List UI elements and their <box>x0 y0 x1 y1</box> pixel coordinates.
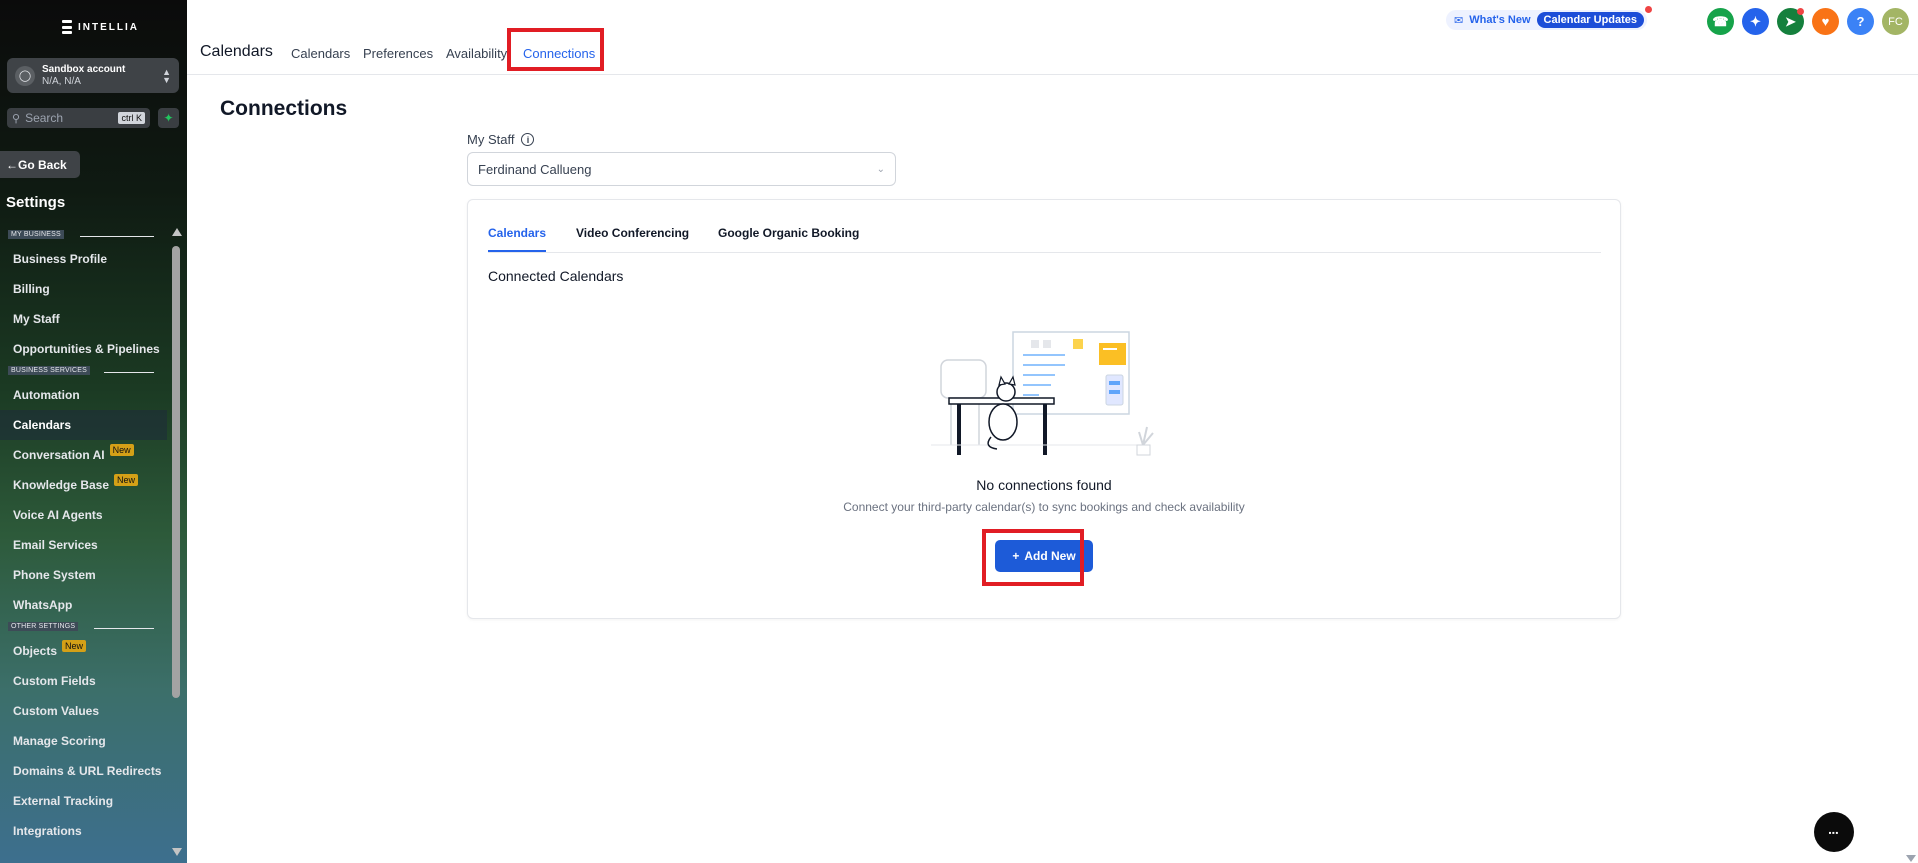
notification-dot <box>1645 6 1653 13</box>
sidebar-item-domains-url-redirects[interactable]: Domains & URL Redirects <box>0 756 167 786</box>
sidebar: INTELLIA ◯ Sandbox account N/A, N/A ▲ ▼ ⚲… <box>0 0 187 863</box>
sidebar-item-custom-values[interactable]: Custom Values <box>0 696 167 726</box>
connections-card: Calendars Video Conferencing Google Orga… <box>467 199 1621 619</box>
sidebar-item-conversation-ai[interactable]: Conversation AI New <box>0 440 167 470</box>
section-other-settings: OTHER SETTINGS <box>0 620 167 636</box>
megaphone-icon: ✉ <box>1454 14 1464 27</box>
bolt-icon: ✦ <box>163 111 174 125</box>
sidebar-item-my-staff[interactable]: My Staff <box>0 304 167 334</box>
notification-dot <box>1797 8 1804 15</box>
connected-calendars-title: Connected Calendars <box>488 268 624 284</box>
card-tabs: Calendars Video Conferencing Google Orga… <box>488 200 1601 253</box>
go-back-button[interactable]: ← Go Back <box>0 151 80 178</box>
phone-icon: ☎ <box>1712 13 1729 29</box>
account-icon: ◯ <box>15 65 35 86</box>
tab-card-calendars[interactable]: Calendars <box>488 226 547 252</box>
search-shortcut: ctrl K <box>118 112 145 124</box>
scroll-down-icon[interactable] <box>172 848 182 856</box>
calendar-updates-pill[interactable]: Calendar Updates <box>1536 12 1645 28</box>
sidebar-item-automation[interactable]: Automation <box>0 380 167 410</box>
sidebar-item-knowledge-base[interactable]: Knowledge Base New <box>0 470 167 500</box>
megaphone-icon: ➤ <box>1785 13 1796 29</box>
chat-widget-button[interactable]: ■■■ <box>1814 812 1854 852</box>
bell-icon: ♥ <box>1821 14 1830 29</box>
empty-state-illustration <box>931 331 1154 456</box>
whats-new-link[interactable]: What's New <box>1469 14 1530 26</box>
empty-state-subtitle: Connect your third-party calendar(s) to … <box>843 500 1245 514</box>
top-bar: Calendars Calendars Preferences Availabi… <box>187 0 1918 75</box>
announcements-button[interactable]: ➤ <box>1777 8 1804 35</box>
highlight-connections-tab <box>507 28 604 71</box>
staff-select-value: Ferdinand Callueng <box>478 161 592 177</box>
help-icon: ? <box>1856 14 1865 29</box>
chevron-down-icon: ⌄ <box>876 163 885 175</box>
sidebar-item-objects[interactable]: Objects New <box>0 636 167 666</box>
chat-brand-icon: ■■■ <box>1828 829 1840 835</box>
sidebar-item-opportunities-pipelines[interactable]: Opportunities & Pipelines <box>0 334 167 364</box>
scroll-up-icon[interactable] <box>172 228 182 236</box>
user-avatar[interactable]: FC <box>1882 8 1909 35</box>
new-badge: New <box>109 444 134 456</box>
new-badge: New <box>62 640 87 652</box>
tab-video-conferencing[interactable]: Video Conferencing <box>576 226 689 250</box>
page-title: Connections <box>220 97 348 120</box>
phone-button[interactable]: ☎ <box>1707 8 1734 35</box>
sidebar-item-voice-ai-agents[interactable]: Voice AI Agents <box>0 500 167 530</box>
arrow-left-icon: ← <box>6 157 18 172</box>
sidebar-item-business-profile[interactable]: Business Profile <box>0 244 167 274</box>
brand-name: INTELLIA <box>78 21 139 33</box>
sidebar-item-integrations[interactable]: Integrations <box>0 816 167 846</box>
new-badge: New <box>114 474 139 486</box>
search-icon: ⚲ <box>12 112 21 125</box>
tab-preferences[interactable]: Preferences <box>363 46 433 61</box>
section-my-business: MY BUSINESS <box>0 228 167 244</box>
staff-label: My Staff <box>467 132 515 147</box>
sidebar-item-calendars[interactable]: Calendars <box>0 410 167 440</box>
empty-state-title: No connections found <box>976 477 1112 493</box>
magic-button[interactable]: ✦ <box>1742 8 1769 35</box>
highlight-add-new <box>982 529 1084 586</box>
app-title: Calendars <box>200 43 273 60</box>
tab-calendars[interactable]: Calendars <box>291 46 350 61</box>
sidebar-item-whatsapp[interactable]: WhatsApp <box>0 590 167 620</box>
account-location: N/A, N/A <box>42 75 81 87</box>
account-switcher[interactable]: ◯ Sandbox account N/A, N/A ▲ ▼ <box>7 58 179 93</box>
account-name: Sandbox account <box>42 63 126 75</box>
tab-availability[interactable]: Availability <box>446 46 507 61</box>
staff-select[interactable]: Ferdinand Callueng ⌄ <box>467 152 896 186</box>
whats-new-bar[interactable]: ✉ What's New Calendar Updates <box>1446 6 1653 30</box>
page-scroll-down-icon[interactable] <box>1906 855 1916 862</box>
sidebar-item-manage-scoring[interactable]: Manage Scoring <box>0 726 167 756</box>
brand-logo[interactable]: INTELLIA <box>62 20 139 34</box>
search-box: ⚲ ctrl K <box>7 108 150 128</box>
sparkle-icon: ✦ <box>1750 13 1761 29</box>
settings-title: Settings <box>6 194 66 211</box>
help-button[interactable]: ? <box>1847 8 1874 35</box>
go-back-label: Go Back <box>18 157 67 172</box>
chevron-updown-icon: ▲ ▼ <box>162 66 171 85</box>
section-business-services: BUSINESS SERVICES <box>0 364 167 380</box>
staff-label-row: My Staff i <box>467 132 535 147</box>
scroll-thumb[interactable] <box>172 246 180 698</box>
sidebar-item-phone-system[interactable]: Phone System <box>0 560 167 590</box>
notifications-button[interactable]: ♥ <box>1812 8 1839 35</box>
sidebar-item-custom-fields[interactable]: Custom Fields <box>0 666 167 696</box>
search-input[interactable] <box>25 111 110 125</box>
logo-icon <box>62 20 72 34</box>
tab-google-organic-booking[interactable]: Google Organic Booking <box>718 226 859 250</box>
settings-nav: MY BUSINESS Business Profile Billing My … <box>0 228 167 846</box>
sidebar-item-email-services[interactable]: Email Services <box>0 530 167 560</box>
sidebar-item-external-tracking[interactable]: External Tracking <box>0 786 167 816</box>
sidebar-scrollbar[interactable] <box>169 226 183 863</box>
sidebar-item-billing[interactable]: Billing <box>0 274 167 304</box>
quick-action-button[interactable]: ✦ <box>158 108 179 128</box>
info-icon[interactable]: i <box>521 133 535 146</box>
